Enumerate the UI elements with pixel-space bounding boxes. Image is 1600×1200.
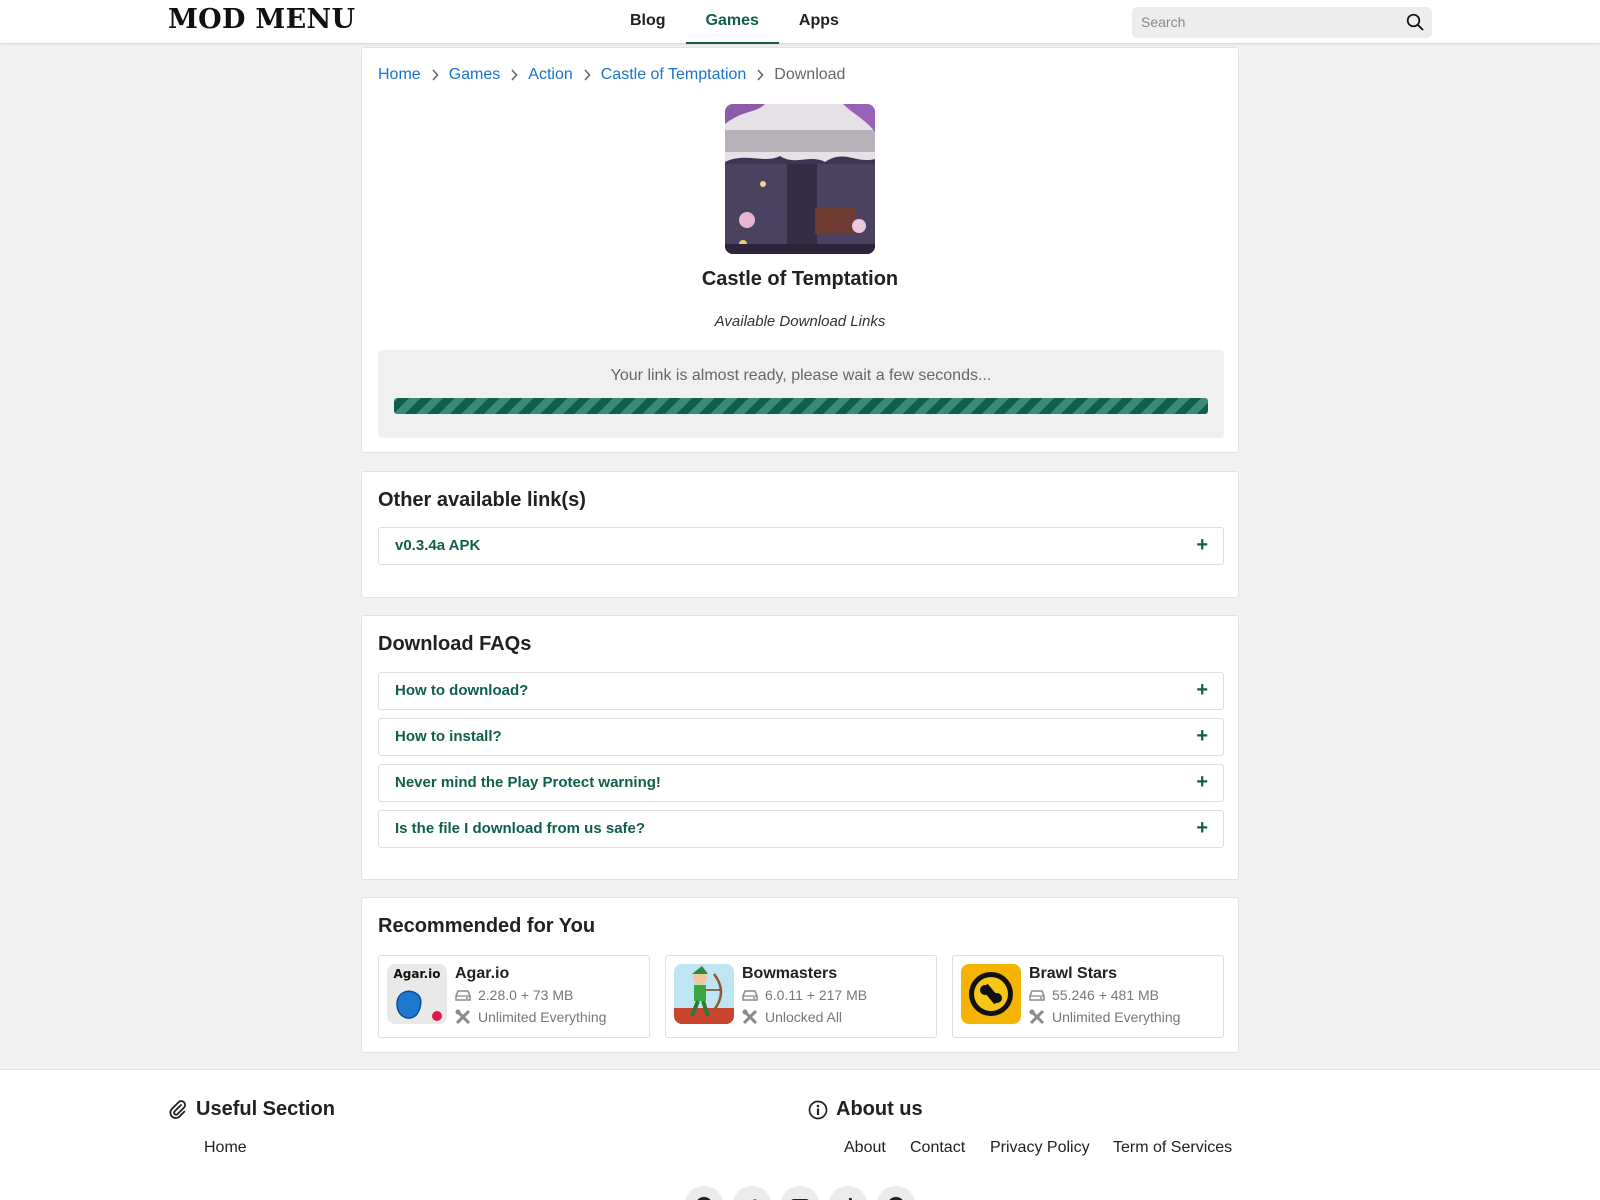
recommended-item-name: Bowmasters xyxy=(742,965,838,982)
version-size-row: 6.0.11 + 217 MB xyxy=(742,987,867,1003)
chevron-right-icon xyxy=(421,67,449,83)
info-icon xyxy=(808,1100,828,1119)
twitter-icon[interactable] xyxy=(732,1186,772,1200)
search-placeholder: Search xyxy=(1141,14,1186,30)
recommended-item-name: Agar.io xyxy=(455,965,510,982)
site-logo[interactable]: MOD MENU xyxy=(168,4,355,35)
mod-info-row: Unlimited Everything xyxy=(455,1009,606,1025)
footer-link-terms[interactable]: Term of Services xyxy=(1113,1139,1232,1157)
download-progress-bar xyxy=(394,398,1208,414)
download-link-label: v0.3.4a APK xyxy=(395,537,481,554)
faq-item-how-to-download[interactable]: How to download? + xyxy=(378,672,1224,710)
useful-section-heading: Useful Section xyxy=(168,1098,335,1121)
expand-plus-icon[interactable]: + xyxy=(1196,534,1208,557)
app-icon xyxy=(725,104,875,254)
recommended-item-agario[interactable]: Agar.io Agar.io 2.28.0 + 73 MB Unlimited… xyxy=(378,955,650,1038)
tiktok-icon[interactable] xyxy=(828,1186,868,1200)
bowmasters-thumbnail xyxy=(674,964,734,1024)
faq-item-play-protect[interactable]: Never mind the Play Protect warning! + xyxy=(378,764,1224,802)
recommended-title: Recommended for You xyxy=(378,915,596,937)
storage-icon xyxy=(742,990,758,1001)
download-card: Home Games Action Castle of Temptation D… xyxy=(361,47,1239,453)
progress-fill xyxy=(394,398,1208,414)
nav-item-apps[interactable]: Apps xyxy=(779,0,859,44)
footer: Useful Section Home About us About Conta… xyxy=(0,1069,1600,1200)
other-links-title: Other available link(s) xyxy=(378,489,586,511)
pinterest-icon[interactable] xyxy=(876,1186,916,1200)
brawl-stars-thumbnail xyxy=(961,964,1021,1024)
version-size-row: 2.28.0 + 73 MB xyxy=(455,987,573,1003)
breadcrumb-home[interactable]: Home xyxy=(378,66,421,84)
faq-title: Download FAQs xyxy=(378,633,532,655)
footer-link-home[interactable]: Home xyxy=(204,1139,247,1157)
tools-icon xyxy=(742,1009,758,1025)
agario-thumbnail: Agar.io xyxy=(387,964,447,1024)
footer-link-privacy[interactable]: Privacy Policy xyxy=(990,1139,1090,1157)
footer-link-about[interactable]: About xyxy=(844,1139,886,1157)
agario-thumb-label: Agar.io xyxy=(393,967,440,981)
faq-question: How to install? xyxy=(395,728,502,745)
main-nav: Blog Games Apps xyxy=(610,0,859,44)
faq-item-file-safe[interactable]: Is the file I download from us safe? + xyxy=(378,810,1224,848)
useful-section-title: Useful Section xyxy=(196,1098,335,1120)
recommended-item-bowmasters[interactable]: Bowmasters 6.0.11 + 217 MB Unlocked All xyxy=(665,955,937,1038)
mod-info-row: Unlocked All xyxy=(742,1009,842,1025)
breadcrumb-games[interactable]: Games xyxy=(449,66,501,84)
wait-message: Your link is almost ready, please wait a… xyxy=(610,367,992,384)
expand-plus-icon[interactable]: + xyxy=(1196,725,1208,748)
chevron-right-icon xyxy=(573,67,601,83)
expand-plus-icon[interactable]: + xyxy=(1196,679,1208,702)
version-size: 2.28.0 + 73 MB xyxy=(478,987,574,1003)
breadcrumb: Home Games Action Castle of Temptation D… xyxy=(378,66,845,84)
faq-question: Is the file I download from us safe? xyxy=(395,820,646,837)
faq-card: Download FAQs How to download? + How to … xyxy=(361,615,1239,880)
breadcrumb-current: Download xyxy=(774,66,846,83)
version-size-row: 55.246 + 481 MB xyxy=(1029,987,1159,1003)
version-size: 55.246 + 481 MB xyxy=(1052,987,1160,1003)
app-title: Castle of Temptation xyxy=(701,268,899,290)
version-size: 6.0.11 + 217 MB xyxy=(765,987,868,1003)
chevron-right-icon xyxy=(500,67,528,83)
paperclip-icon xyxy=(169,1099,187,1119)
breadcrumb-action[interactable]: Action xyxy=(528,66,572,84)
expand-plus-icon[interactable]: + xyxy=(1196,817,1208,840)
available-links-label: Available Download Links xyxy=(714,313,886,330)
tools-icon xyxy=(1029,1009,1045,1025)
search-input[interactable]: Search xyxy=(1132,7,1432,38)
faq-question: Never mind the Play Protect warning! xyxy=(395,774,661,791)
mod-info: Unlimited Everything xyxy=(1052,1009,1181,1025)
search-icon[interactable] xyxy=(1406,13,1424,31)
top-navbar: MOD MENU Blog Games Apps Search xyxy=(0,0,1600,44)
storage-icon xyxy=(1029,990,1045,1001)
nav-item-blog[interactable]: Blog xyxy=(610,0,686,44)
chevron-right-icon xyxy=(746,67,774,83)
recommended-item-brawl-stars[interactable]: Brawl Stars 55.246 + 481 MB Unlimited Ev… xyxy=(952,955,1224,1038)
faq-item-how-to-install[interactable]: How to install? + xyxy=(378,718,1224,756)
tools-icon xyxy=(455,1009,471,1025)
mod-info: Unlimited Everything xyxy=(478,1009,607,1025)
about-us-heading: About us xyxy=(808,1098,923,1121)
download-link-item[interactable]: v0.3.4a APK + xyxy=(378,527,1224,565)
breadcrumb-app[interactable]: Castle of Temptation xyxy=(601,66,747,84)
download-wait-box: Your link is almost ready, please wait a… xyxy=(378,350,1224,438)
storage-icon xyxy=(455,990,471,1001)
expand-plus-icon[interactable]: + xyxy=(1196,771,1208,794)
nav-item-games[interactable]: Games xyxy=(685,0,779,44)
youtube-icon[interactable] xyxy=(780,1186,820,1200)
other-links-card: Other available link(s) v0.3.4a APK + xyxy=(361,471,1239,598)
footer-link-contact[interactable]: Contact xyxy=(910,1139,965,1157)
recommended-card: Recommended for You Agar.io Agar.io 2.28… xyxy=(361,897,1239,1053)
about-us-title: About us xyxy=(836,1098,923,1120)
facebook-icon[interactable] xyxy=(684,1186,724,1200)
recommended-item-name: Brawl Stars xyxy=(1029,965,1118,982)
mod-info-row: Unlimited Everything xyxy=(1029,1009,1180,1025)
mod-info: Unlocked All xyxy=(765,1009,843,1025)
faq-question: How to download? xyxy=(395,682,529,699)
